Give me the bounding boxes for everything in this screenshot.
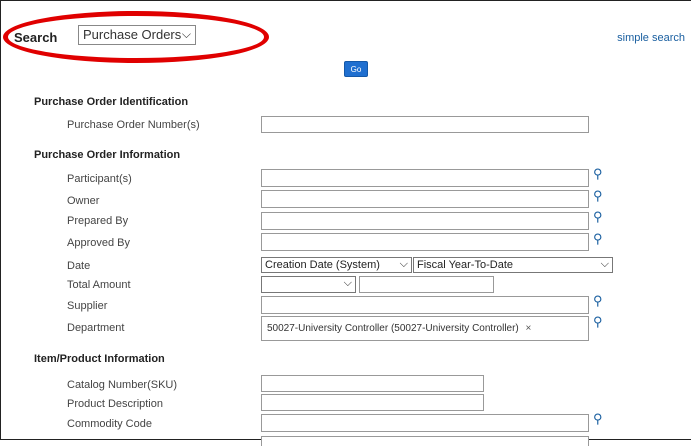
date-range-value: Fiscal Year-To-Date [417,259,513,271]
label-owner: Owner [67,195,100,207]
label-date: Date [67,260,91,272]
owner-lookup-icon[interactable]: ⚲ [593,188,603,204]
department-lookup-icon[interactable]: ⚲ [593,314,603,330]
chevron-down-icon: ⌵ [600,258,609,270]
department-token-label: 50027-University Controller (50027-Unive… [267,323,519,334]
label-commodity-code: Commodity Code [67,418,152,430]
go-button[interactable]: Go [344,61,368,77]
label-supplier: Supplier [67,300,108,312]
chevron-down-icon: ⌵ [343,277,352,289]
label-approved-by: Approved By [67,237,130,249]
participants-lookup-icon[interactable]: ⚲ [593,166,603,182]
prepared-by-input[interactable] [261,212,589,230]
section-item-product-information: Item/Product Information [34,353,165,365]
commodity-code-lookup-icon[interactable]: ⚲ [593,411,603,427]
approved-by-input[interactable] [261,233,589,251]
highlight-ellipse [3,11,269,63]
total-amount-operator-select[interactable]: ⌵ [261,276,356,293]
next-field-input-partial[interactable] [261,436,589,446]
catalog-number-input[interactable] [261,375,484,392]
supplier-lookup-icon[interactable]: ⚲ [593,293,603,309]
token-remove-icon[interactable]: × [526,323,532,334]
commodity-code-input[interactable] [261,414,589,432]
department-token: 50027-University Controller (50027-Unive… [267,323,531,334]
department-input[interactable]: 50027-University Controller (50027-Unive… [261,316,589,341]
prepared-by-lookup-icon[interactable]: ⚲ [593,209,603,225]
po-numbers-input[interactable] [261,116,589,133]
label-participants: Participant(s) [67,173,132,185]
date-type-value: Creation Date (System) [265,259,380,271]
date-range-select[interactable]: Fiscal Year-To-Date ⌵ [413,257,613,273]
product-description-input[interactable] [261,394,484,411]
supplier-input[interactable] [261,296,589,314]
approved-by-lookup-icon[interactable]: ⚲ [593,231,603,247]
simple-search-link[interactable]: simple search [617,32,685,44]
label-total-amount: Total Amount [67,279,131,291]
section-po-identification: Purchase Order Identification [34,96,189,108]
chevron-down-icon: ⌵ [399,258,408,270]
section-po-information: Purchase Order Information [34,149,181,161]
label-catalog-number: Catalog Number(SKU) [67,379,178,391]
owner-input[interactable] [261,190,589,208]
label-prepared-by: Prepared By [67,215,129,227]
label-department: Department [67,322,125,334]
date-type-select[interactable]: Creation Date (System) ⌵ [261,257,412,273]
label-product-description: Product Description [67,398,163,410]
total-amount-input[interactable] [359,276,494,293]
participants-input[interactable] [261,169,589,187]
label-po-numbers: Purchase Order Number(s) [67,119,200,131]
